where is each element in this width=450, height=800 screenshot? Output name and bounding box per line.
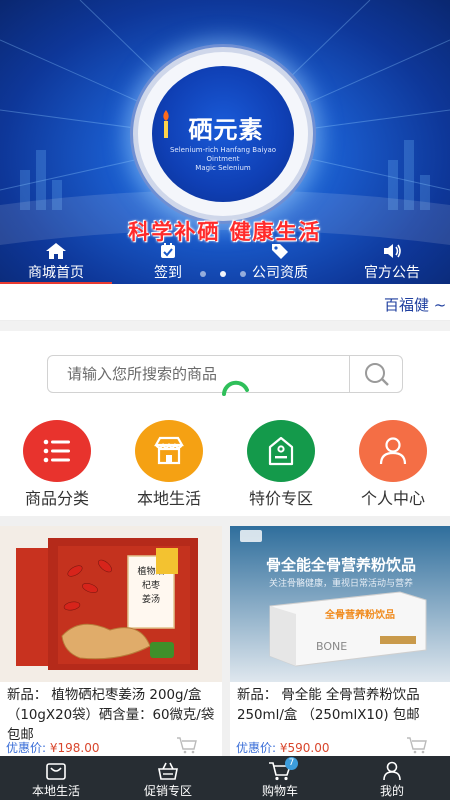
product-price: 优惠价: ¥198.00 [6,739,100,756]
speaker-icon [384,244,401,258]
svg-text:全骨营养粉饮品: 全骨营养粉饮品 [324,608,395,621]
price-label: 优惠价: [6,741,47,755]
bottom-tab-bar: 本地生活 促销专区 7 购物车 我的 [0,756,450,800]
product-card[interactable]: 骨全能全骨营养粉饮品 关注骨骼健康，重视日常活动与营养 全骨营养粉饮品 BONE… [230,526,450,756]
tab-label: 促销专区 [143,784,192,798]
banner-nav: 商城首页 签到 公司资质 官方公告 [0,240,450,284]
local-life-icon [46,763,66,780]
category-special-offers[interactable]: 特价专区 [231,418,331,508]
carousel-dot[interactable] [240,271,246,277]
price-label: 优惠价: [236,741,277,755]
profile-icon [383,761,401,781]
category-label: 个人中心 [360,489,425,508]
tab-label: 我的 [379,784,404,798]
app-root: 硒元素 Selenium-rich Hanfang Baiyao Ointmen… [0,0,450,800]
product-name: 新品： 骨全能 全骨营养粉饮品 250ml/盒 （250mlX10) 包邮 [237,688,420,723]
product-price: 优惠价: ¥590.00 [236,739,330,756]
banner-nav-qualification[interactable]: 公司资质 [224,240,336,284]
category-personal-center[interactable]: 个人中心 [343,418,443,508]
tab-local-life[interactable]: 本地生活 [0,756,112,800]
category-icon-circle [23,420,91,482]
tab-promotions[interactable]: 促销专区 [112,756,224,800]
price-value: ¥198.00 [49,741,100,755]
banner-nav-sign-in[interactable]: 签到 [112,240,224,284]
sign-in-icon [161,243,175,258]
carousel-dot[interactable] [220,271,226,277]
logo-title: 硒元素 [188,116,264,144]
basket-icon [158,762,178,780]
price-tag-icon [268,436,294,466]
banner-nav-home-label: 商城首页 [28,265,84,281]
product-image: 骨全能全骨营养粉饮品 关注骨骼健康，重视日常活动与营养 全骨营养粉饮品 BONE [230,526,450,682]
category-label: 商品分类 [24,489,89,508]
svg-text:关注骨骼健康，重视日常活动与营养: 关注骨骼健康，重视日常活动与营养 [269,577,413,589]
category-label: 特价专区 [248,489,313,508]
add-to-cart-icon[interactable] [176,736,198,754]
logo-subtitle-line2: Magic Selenium [195,164,251,172]
promo-banner[interactable]: 硒元素 Selenium-rich Hanfang Baiyao Ointmen… [0,0,450,284]
active-nav-underline [0,282,112,284]
banner-nav-notice[interactable]: 官方公告 [336,240,448,284]
category-label: 本地生活 [136,489,201,508]
svg-text:杞枣: 杞枣 [142,579,160,591]
svg-text:姜汤: 姜汤 [142,593,160,605]
logo-subtitle-line1: Selenium-rich Hanfang Baiyao Ointment [169,146,277,163]
category-icon-circle [359,420,427,482]
category-icon-circle [135,420,203,482]
tab-cart[interactable]: 7 购物车 [224,756,336,800]
product-image: 植物硒 杞枣 姜汤 [0,526,222,682]
list-icon [43,439,70,463]
selenium-logo: 硒元素 Selenium-rich Hanfang Baiyao Ointmen… [138,52,308,216]
announcement-marquee[interactable]: 百福健 ~ [0,285,450,321]
search-input[interactable] [48,356,348,392]
category-icon-circle [247,420,315,482]
marquee-text: 百福健 ~ [384,296,447,314]
svg-text:BONE: BONE [316,640,347,653]
category-local-life[interactable]: 本地生活 [119,418,219,508]
shop-icon [154,436,184,465]
logo-inner: 硒元素 Selenium-rich Hanfang Baiyao Ointmen… [152,66,294,202]
bone-nutrition-box-image: 骨全能全骨营养粉饮品 关注骨骼健康，重视日常活动与营养 全骨营养粉饮品 BONE [230,526,450,682]
product-card[interactable]: 植物硒 杞枣 姜汤 新品： 植物硒杞枣姜汤 200g/盒（10gX20袋）硒含量… [0,526,222,756]
logo-subtitle: Selenium-rich Hanfang Baiyao Ointment Ma… [158,146,288,173]
price-value: ¥590.00 [279,741,330,755]
user-icon [379,437,407,465]
loading-spinner [222,380,249,396]
search-button[interactable] [349,356,403,392]
banner-nav-notice-label: 官方公告 [364,265,420,281]
home-icon [46,243,66,259]
banner-nav-home[interactable]: 商城首页 [0,240,112,284]
tag-icon [272,244,288,259]
add-to-cart-icon[interactable] [406,736,428,754]
svg-text:骨全能全骨营养粉饮品: 骨全能全骨营养粉饮品 [266,556,416,574]
carousel-dot[interactable] [200,271,206,277]
cart-count-badge: 7 [285,757,298,770]
search-icon [365,363,389,386]
tab-label: 本地生活 [31,784,80,798]
category-product-classification[interactable]: 商品分类 [7,418,107,508]
goji-ginger-box-image: 植物硒 杞枣 姜汤 [0,526,222,682]
section-divider [0,321,450,331]
carousel-dots [200,271,260,277]
tab-label: 购物车 [261,784,298,798]
tab-mine[interactable]: 我的 [336,756,448,800]
